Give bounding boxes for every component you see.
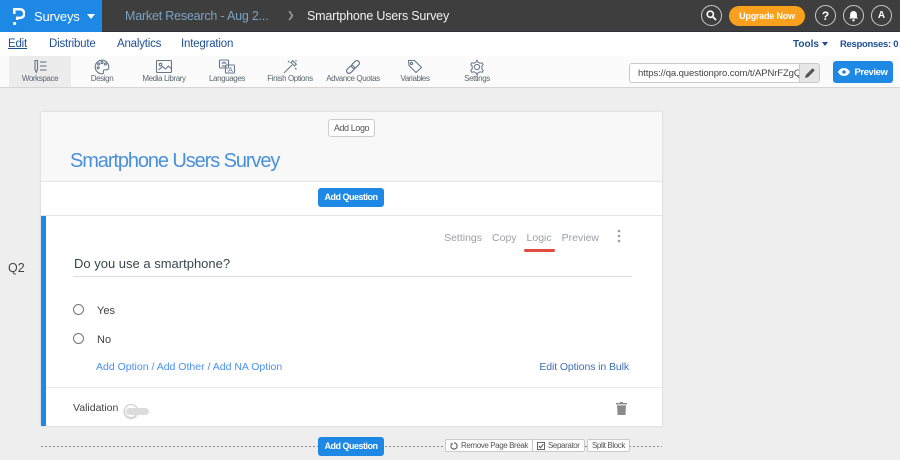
svg-text:A: A [228, 67, 233, 74]
